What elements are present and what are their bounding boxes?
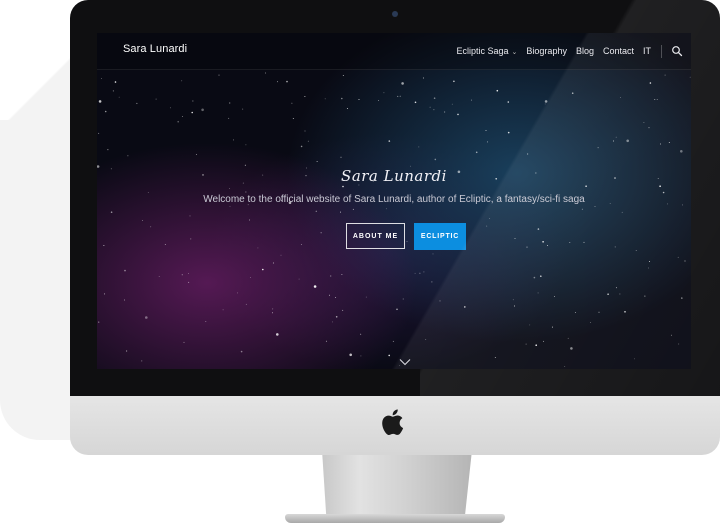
main-nav: Ecliptic Saga ⌄ Biography Blog Contact IT (448, 33, 683, 69)
chevron-down-icon: ⌄ (511, 49, 518, 56)
search-icon[interactable] (671, 45, 683, 57)
nav-item-contact[interactable]: Contact (603, 46, 634, 56)
ecliptic-button[interactable]: ECLIPTIC (414, 223, 466, 250)
apple-logo-icon (382, 409, 404, 435)
camera-dot (392, 11, 398, 17)
nav-item-ecliptic-saga[interactable]: Ecliptic Saga ⌄ (457, 46, 518, 56)
nav-divider (661, 44, 662, 58)
website-screen: Sara Lunardi Ecliptic Saga ⌄ Biography Bl… (97, 33, 691, 369)
nav-label: Ecliptic Saga (456, 46, 509, 56)
nav-item-language[interactable]: IT (643, 46, 651, 56)
hero-title: Sara Lunardi (341, 167, 447, 185)
nav-item-blog[interactable]: Blog (576, 46, 594, 56)
about-me-button[interactable]: ABOUT ME (346, 223, 405, 249)
monitor-stand-neck (322, 450, 472, 520)
site-brand[interactable]: Sara Lunardi (123, 43, 187, 55)
hero-subtitle: Welcome to the official website of Sara … (203, 194, 585, 205)
site-navbar: Sara Lunardi Ecliptic Saga ⌄ Biography Bl… (97, 33, 691, 70)
monitor-stand-foot (285, 514, 505, 523)
chevron-down-icon[interactable] (399, 358, 411, 366)
nav-item-biography[interactable]: Biography (526, 46, 567, 56)
mockup-stage: Sara Lunardi Ecliptic Saga ⌄ Biography Bl… (0, 0, 720, 525)
